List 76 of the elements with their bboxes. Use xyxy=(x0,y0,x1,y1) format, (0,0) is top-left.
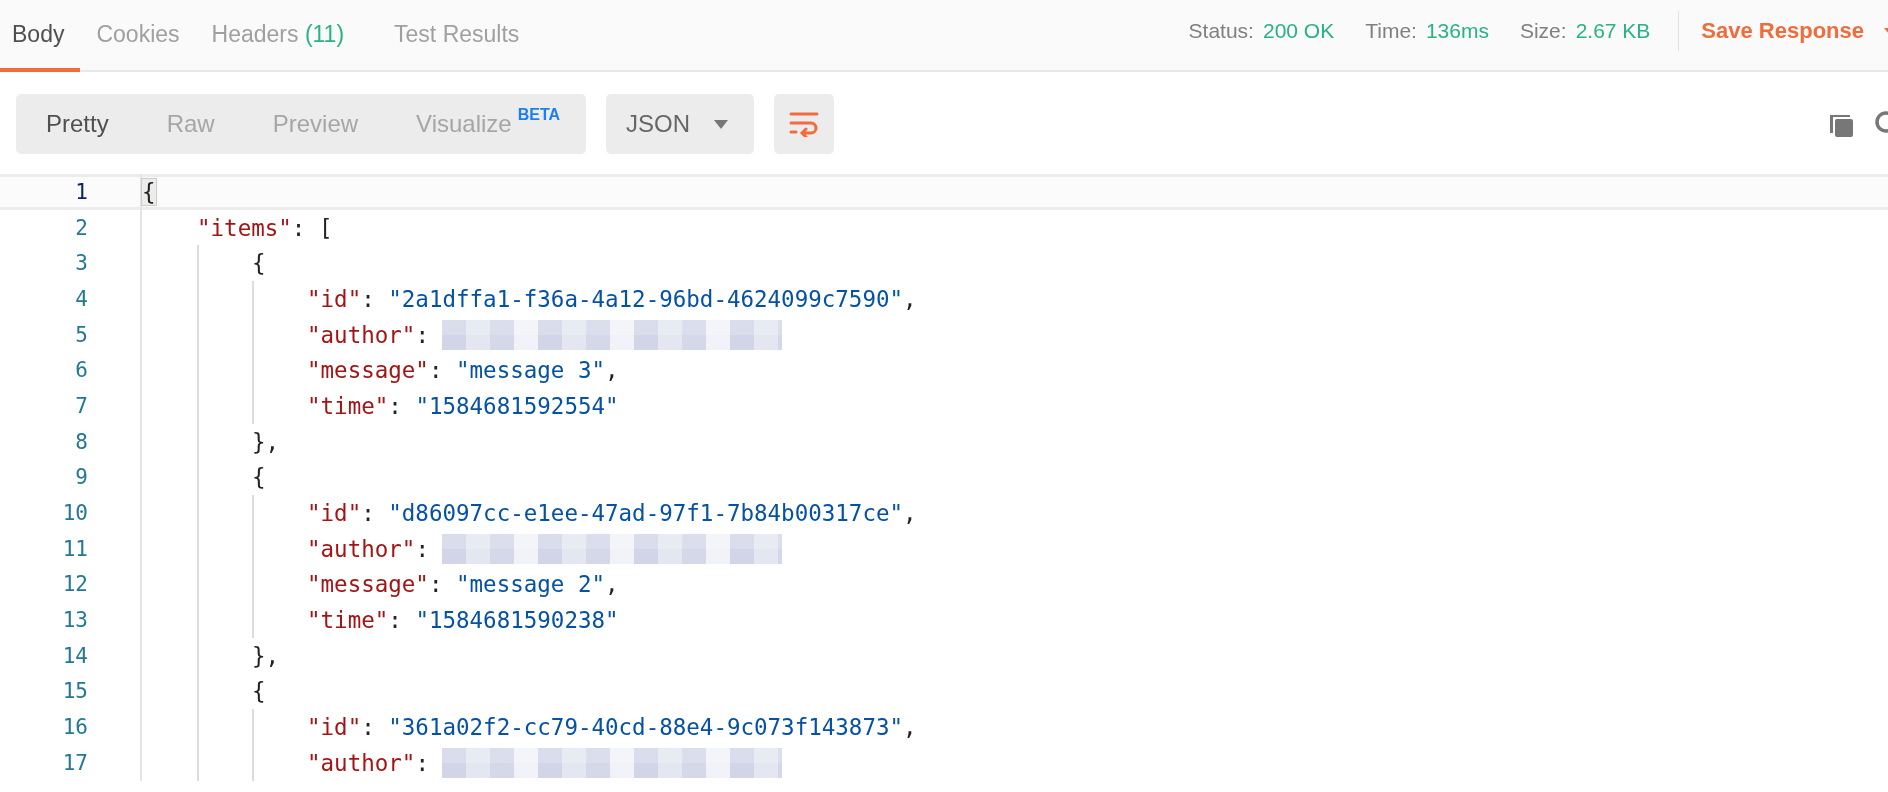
line-number: 17 xyxy=(61,750,88,775)
stat-value: 136ms xyxy=(1425,19,1489,43)
json-punctuation: { xyxy=(252,678,266,705)
json-punctuation: { xyxy=(252,464,266,491)
json-punctuation: : xyxy=(361,500,376,527)
line-number: 9 xyxy=(74,465,88,490)
caret-icon xyxy=(714,119,729,129)
line-number: 7 xyxy=(74,393,88,418)
format-dropdown[interactable]: JSON xyxy=(606,94,755,154)
json-punctuation: : xyxy=(361,714,376,741)
response-tab[interactable]: Test Results xyxy=(382,0,536,72)
json-punctuation: , xyxy=(903,714,917,741)
line-number: 3 xyxy=(74,251,88,276)
line-number: 1 xyxy=(74,179,88,204)
json-key: "time" xyxy=(307,607,389,634)
json-punctuation: : xyxy=(388,607,403,634)
line-number: 16 xyxy=(61,715,88,740)
stat-label: Time: xyxy=(1365,19,1417,43)
line-number: 6 xyxy=(74,358,88,383)
line-number: 13 xyxy=(61,608,88,633)
json-punctuation: , xyxy=(903,285,917,312)
json-punctuation: { xyxy=(252,250,266,277)
json-key: "id" xyxy=(307,285,362,312)
json-string: "1584681590238" xyxy=(415,607,619,634)
json-punctuation: , xyxy=(605,357,619,384)
json-string: "2a1dffa1-f36a-4a12-96bd-4624099c7590" xyxy=(388,285,904,312)
json-punctuation: , xyxy=(903,500,917,527)
json-key: "author" xyxy=(307,321,416,348)
json-key: "id" xyxy=(307,500,362,527)
json-punctuation: { xyxy=(142,178,156,205)
wrap-lines-button[interactable] xyxy=(774,94,835,154)
json-key: "author" xyxy=(307,535,416,562)
line-number: 10 xyxy=(61,501,88,526)
line-number: 15 xyxy=(61,679,88,704)
json-string: "1584681592554" xyxy=(415,392,619,419)
json-string: "message 3" xyxy=(456,357,606,384)
json-string: "message 2" xyxy=(456,571,606,598)
json-punctuation: : xyxy=(361,285,376,312)
response-tab[interactable]: Headers (11) xyxy=(199,0,361,72)
view-mode-tab[interactable]: Raw xyxy=(166,110,215,138)
wrap-lines-icon xyxy=(789,111,820,137)
view-mode-tab[interactable]: Visualize $^{BETA}$ xyxy=(416,110,581,138)
json-key: "message" xyxy=(307,571,429,598)
json-key: "id" xyxy=(307,714,362,741)
stat-label: Status: xyxy=(1188,19,1254,43)
json-string: "d86097cc-e1ee-47ad-97f1-7b84b00317ce" xyxy=(388,500,904,527)
line-number: 8 xyxy=(74,429,88,454)
line-number: 2 xyxy=(74,215,88,240)
json-punctuation: }, xyxy=(252,428,280,455)
json-punctuation: : [ xyxy=(291,214,333,241)
line-number: 4 xyxy=(74,286,88,311)
line-number: 5 xyxy=(74,322,88,347)
json-key: "author" xyxy=(307,749,416,776)
line-number: 14 xyxy=(61,643,88,668)
view-mode-tab[interactable]: Pretty xyxy=(46,110,109,138)
response-tab[interactable]: Cookies xyxy=(84,0,196,72)
json-punctuation: : xyxy=(428,357,444,384)
save-response-button[interactable]: Save Response xyxy=(1701,18,1864,44)
json-punctuation: : xyxy=(388,392,403,419)
response-tab[interactable]: Body xyxy=(0,0,81,72)
json-punctuation: : xyxy=(415,749,430,776)
line-number: 12 xyxy=(61,572,88,597)
json-key: "time" xyxy=(307,392,389,419)
json-string: "361a02f2-cc79-40cd-88e4-9c073f143873" xyxy=(388,714,904,741)
stat-value: 2.67 KB xyxy=(1575,19,1651,43)
json-punctuation: : xyxy=(415,321,430,348)
view-mode-tab[interactable]: Preview xyxy=(272,110,359,138)
json-punctuation: : xyxy=(428,571,444,598)
json-key: "message" xyxy=(307,357,429,384)
json-key: "items" xyxy=(197,214,292,241)
json-punctuation: }, xyxy=(252,642,280,669)
line-number: 11 xyxy=(61,536,88,561)
json-punctuation: : xyxy=(415,535,430,562)
stat-label: Size: xyxy=(1519,19,1567,43)
json-punctuation: , xyxy=(605,571,619,598)
stat-value: 200 OK xyxy=(1262,19,1335,43)
